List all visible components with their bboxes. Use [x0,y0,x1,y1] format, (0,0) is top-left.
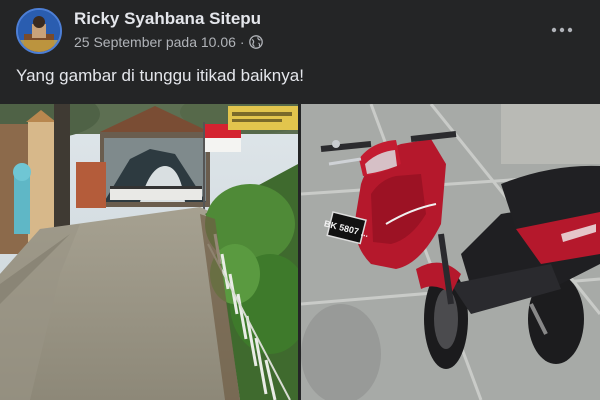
post-meta: 25 September pada 10.06 · [74,34,263,50]
globe-icon [248,35,263,49]
post-date[interactable]: 25 September pada 10.06 [74,34,236,50]
author-name[interactable]: Ricky Syahbana Sitepu [74,9,261,29]
photo-red-motorbike[interactable]: BK 5807 ... [301,104,600,400]
post-header: Ricky Syahbana Sitepu 25 September pada … [0,0,600,60]
photo-village-lane[interactable] [0,104,298,400]
post-text: Yang gambar di tunggu itikad baiknya! [16,66,304,85]
more-options-icon [551,27,573,33]
author-avatar[interactable] [16,8,62,54]
meta-separator: · [239,34,245,50]
more-options-button[interactable] [544,16,580,44]
